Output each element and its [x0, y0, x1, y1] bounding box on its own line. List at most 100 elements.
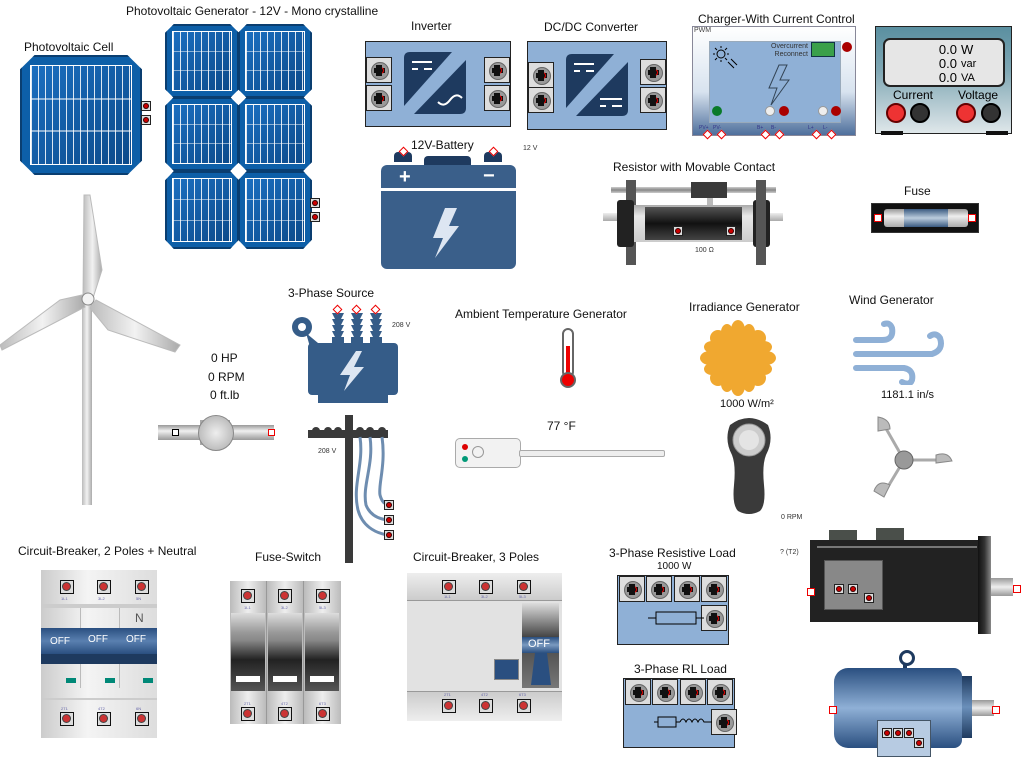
servo-terminal[interactable]	[834, 584, 844, 594]
inverter-terminal[interactable]	[366, 85, 392, 111]
load-terminal[interactable]	[625, 679, 651, 705]
light-meter[interactable]	[720, 415, 778, 517]
resistive-load[interactable]	[617, 575, 729, 645]
motor-terminal[interactable]	[882, 728, 892, 738]
resistor-terminal[interactable]	[726, 226, 736, 236]
charger-pin[interactable]	[774, 129, 785, 140]
inverter-terminal[interactable]	[366, 57, 392, 83]
pv-generator-terminal-pos[interactable]	[310, 198, 320, 208]
wind-turbine[interactable]	[0, 190, 185, 510]
breaker-terminal[interactable]	[60, 712, 74, 726]
charger[interactable]: PWM Overcurrent Reconnect PV+ PV- B+ B- …	[692, 26, 856, 140]
fuse-switch-terminal[interactable]	[278, 589, 292, 603]
breaker-2p-n[interactable]: 1L1 3L2 5N N OFF OFF OFF 2T1 4T2 6N	[41, 570, 157, 738]
servo-motor[interactable]	[807, 528, 1022, 634]
breaker-terminal[interactable]	[442, 699, 456, 713]
servo-shaft-port[interactable]	[807, 588, 815, 596]
charger-pin[interactable]	[716, 129, 727, 140]
inverter-terminal[interactable]	[484, 57, 510, 83]
resistor-terminal[interactable]	[673, 226, 683, 236]
fuse[interactable]	[871, 203, 979, 233]
pole-terminal[interactable]	[384, 530, 394, 540]
load-terminal[interactable]	[619, 576, 645, 602]
motor-shaft-port[interactable]	[829, 706, 837, 714]
breaker-terminal[interactable]	[479, 580, 493, 594]
fuse-switch[interactable]: 1L1 3L2 5L3 2T1 4T2 6T3	[230, 581, 341, 724]
motor-terminal[interactable]	[893, 728, 903, 738]
breaker-terminal[interactable]	[97, 712, 111, 726]
load-terminal[interactable]	[707, 679, 733, 705]
fuse-pin[interactable]	[968, 214, 976, 222]
anemometer[interactable]	[868, 415, 956, 500]
load-terminal[interactable]	[674, 576, 700, 602]
slider-contact[interactable]	[691, 182, 727, 198]
induction-motor[interactable]	[829, 650, 1002, 757]
inverter[interactable]	[365, 41, 511, 127]
breaker-terminal[interactable]	[97, 580, 111, 594]
breaker-3p-state[interactable]: OFF	[528, 638, 550, 650]
motor-terminal[interactable]	[914, 738, 924, 748]
pv-cell-terminal-neg[interactable]	[141, 115, 151, 125]
charger-pin[interactable]	[811, 129, 822, 140]
pv-generator[interactable]	[165, 24, 312, 249]
dcdc-terminal[interactable]	[528, 87, 554, 113]
fuse-switch-terminal[interactable]	[241, 707, 255, 721]
dcdc-terminal[interactable]	[528, 62, 554, 88]
load-terminal[interactable]	[680, 679, 706, 705]
inverter-terminal[interactable]	[484, 85, 510, 111]
fuse-pin[interactable]	[874, 214, 882, 222]
motor-terminal[interactable]	[904, 728, 914, 738]
charger-pin[interactable]	[702, 129, 713, 140]
test-button[interactable]	[494, 659, 519, 680]
servo-shaft-port[interactable]	[1013, 585, 1021, 593]
resistor-movable-contact[interactable]: 100 Ω	[603, 180, 783, 270]
motor-shaft-port[interactable]	[992, 706, 1000, 714]
pv-generator-terminal-neg[interactable]	[310, 212, 320, 222]
pole-2-state[interactable]: OFF	[88, 634, 108, 645]
pole-terminal[interactable]	[384, 515, 394, 525]
pole-1-state[interactable]: OFF	[50, 636, 70, 647]
breaker-terminal[interactable]	[517, 580, 531, 594]
current-jack-black[interactable]	[910, 103, 930, 123]
shaft-port[interactable]	[268, 429, 275, 436]
shaft-port[interactable]	[172, 429, 179, 436]
power-meter[interactable]: 0.0 W 0.0 var 0.0 VA Current Voltage	[875, 26, 1012, 135]
current-jack-red[interactable]	[886, 103, 906, 123]
fuse-switch-terminal[interactable]	[278, 707, 292, 721]
load-terminal[interactable]	[701, 576, 727, 602]
load-terminal[interactable]	[701, 605, 727, 631]
breaker-3p[interactable]: 1L1 3L2 5L3 OFF 2T1 4T2 6T3	[407, 573, 562, 721]
breaker-terminal[interactable]	[135, 712, 149, 726]
charger-pin[interactable]	[826, 129, 837, 140]
charger-pin[interactable]	[760, 129, 771, 140]
voltage-jack-black[interactable]	[981, 103, 1001, 123]
pv-cell[interactable]	[20, 55, 142, 175]
load-terminal[interactable]	[711, 709, 737, 735]
breaker-terminal[interactable]	[60, 580, 74, 594]
voltage-jack-red[interactable]	[956, 103, 976, 123]
breaker-terminal[interactable]	[442, 580, 456, 594]
fuse-switch-terminal[interactable]	[241, 589, 255, 603]
load-terminal[interactable]	[652, 679, 678, 705]
load-terminal[interactable]	[646, 576, 672, 602]
reconnect-button[interactable]	[811, 42, 835, 57]
dcdc-converter[interactable]	[527, 41, 667, 130]
rl-load[interactable]	[623, 678, 737, 748]
fuse-switch-terminal[interactable]	[316, 589, 330, 603]
utility-pole[interactable]	[308, 415, 408, 565]
battery[interactable]: + −	[381, 146, 516, 270]
servo-terminal[interactable]	[864, 593, 874, 603]
breaker-terminal[interactable]	[135, 580, 149, 594]
temperature-probe[interactable]	[455, 438, 665, 468]
breaker-terminal[interactable]	[517, 699, 531, 713]
servo-terminal[interactable]	[848, 584, 858, 594]
pole-terminal[interactable]	[384, 500, 394, 510]
torque-sensor[interactable]	[158, 415, 275, 451]
pole-3-state[interactable]: OFF	[126, 634, 146, 645]
breaker-terminal[interactable]	[479, 699, 493, 713]
transformer[interactable]	[288, 303, 398, 405]
pv-cell-terminal-pos[interactable]	[141, 101, 151, 111]
fuse-switch-terminal[interactable]	[316, 707, 330, 721]
dcdc-terminal[interactable]	[640, 87, 666, 113]
dcdc-terminal[interactable]	[640, 59, 666, 85]
